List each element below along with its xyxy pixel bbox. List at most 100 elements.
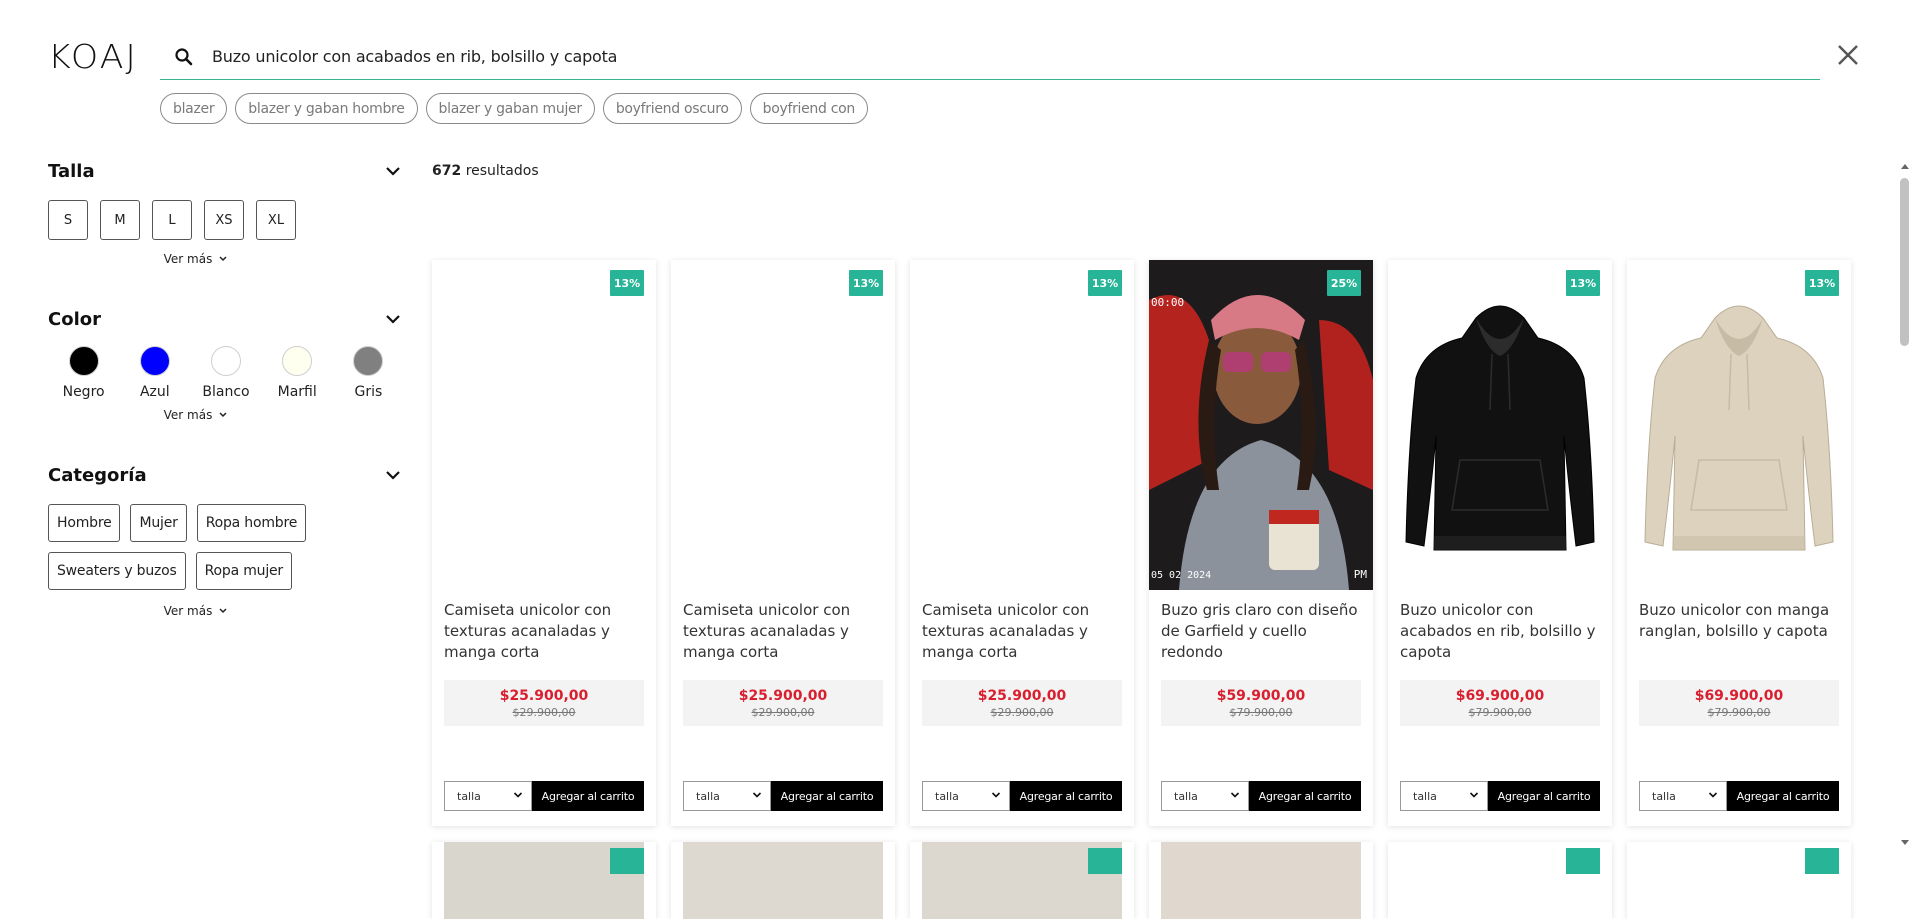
ver-mas-link[interactable]: Ver más xyxy=(0,408,404,422)
discount-badge xyxy=(1805,848,1839,874)
brand-logo[interactable]: KOAJ xyxy=(48,40,138,73)
size-option-xl[interactable]: XL xyxy=(256,200,296,240)
product-card[interactable] xyxy=(1149,842,1373,919)
search-input[interactable] xyxy=(212,47,1712,66)
product-name[interactable]: Camiseta unicolor con texturas acanalada… xyxy=(444,600,648,663)
product-grid-next-row xyxy=(432,842,1851,919)
color-swatch[interactable] xyxy=(211,346,241,376)
size-select[interactable]: talla xyxy=(1400,781,1488,811)
scrollbar-thumb[interactable] xyxy=(1900,178,1909,346)
product-name[interactable]: Buzo unicolor con manga ranglan, bolsill… xyxy=(1639,600,1843,642)
suggestion-chip[interactable]: boyfriend con xyxy=(749,93,868,124)
color-swatch[interactable] xyxy=(68,346,99,376)
product-image[interactable] xyxy=(432,260,656,590)
filter-categoria-header[interactable]: Categoría xyxy=(48,460,404,490)
color-option-gris[interactable]: Gris xyxy=(333,346,404,400)
category-option[interactable]: Sweaters y buzos xyxy=(48,552,186,590)
product-image[interactable] xyxy=(1388,260,1612,590)
price-box: $25.900,00 $29.900,00 xyxy=(922,680,1122,726)
product-card[interactable] xyxy=(910,842,1134,919)
size-select[interactable]: talla xyxy=(683,781,771,811)
product-old-price: $79.900,00 xyxy=(1229,705,1293,719)
product-card[interactable]: 13% Camiseta unicolor con texturas acanal… xyxy=(432,260,656,826)
add-to-cart-button[interactable]: Agregar al carrito xyxy=(1488,781,1600,811)
scroll-down-arrow[interactable] xyxy=(1901,840,1909,845)
price-box: $25.900,00 $29.900,00 xyxy=(683,680,883,726)
suggestion-chip[interactable]: blazer y gaban mujer xyxy=(425,93,595,124)
product-price: $59.900,00 xyxy=(1216,687,1306,704)
search-suggestions: blazer blazer y gaban hombre blazer y gaba… xyxy=(160,93,868,124)
chevron-down-icon[interactable] xyxy=(382,308,404,330)
product-card[interactable]: 13% Buzo unicolor con manga ranglan, bols… xyxy=(1627,260,1851,826)
size-option-xs[interactable]: XS xyxy=(204,200,244,240)
ver-mas-link[interactable]: Ver más xyxy=(0,604,404,618)
filter-title: Color xyxy=(48,308,101,330)
product-name[interactable]: Buzo gris claro con diseño de Garfield y… xyxy=(1161,600,1365,663)
product-name[interactable]: Camiseta unicolor con texturas acanalada… xyxy=(922,600,1126,663)
product-card[interactable] xyxy=(1627,842,1851,919)
color-option-azul[interactable]: Azul xyxy=(119,346,190,400)
ver-mas-link[interactable]: Ver más xyxy=(0,252,404,266)
product-name[interactable]: Camiseta unicolor con texturas acanalada… xyxy=(683,600,887,663)
size-select[interactable]: talla xyxy=(922,781,1010,811)
discount-badge: 13% xyxy=(1805,270,1839,296)
product-card[interactable]: 13% Buzo unicolor con acabados en rib, bo… xyxy=(1388,260,1612,826)
category-options: Hombre Mujer Ropa hombre Sweaters y buzos Ro… xyxy=(48,504,368,590)
card-actions: talla Agregar al carrito xyxy=(1639,781,1839,811)
size-select[interactable]: talla xyxy=(444,781,532,811)
size-select[interactable]: talla xyxy=(1161,781,1249,811)
category-option[interactable]: Mujer xyxy=(130,504,187,542)
color-swatch[interactable] xyxy=(282,346,313,376)
product-card[interactable]: 13% Camiseta unicolor con texturas acanal… xyxy=(671,260,895,826)
product-image[interactable]: 00:00 05 02 2024 PM xyxy=(1149,260,1373,590)
suggestion-chip[interactable]: blazer xyxy=(160,93,228,124)
add-to-cart-button[interactable]: Agregar al carrito xyxy=(771,781,883,811)
product-card[interactable] xyxy=(1388,842,1612,919)
product-card[interactable] xyxy=(671,842,895,919)
product-card[interactable] xyxy=(432,842,656,919)
category-option[interactable]: Ropa mujer xyxy=(195,552,292,590)
product-image[interactable] xyxy=(1627,260,1851,590)
filter-color-header[interactable]: Color xyxy=(48,304,404,334)
search-icon[interactable] xyxy=(164,37,204,77)
product-grid: 13% Camiseta unicolor con texturas acanal… xyxy=(432,260,1851,826)
size-select-label: talla xyxy=(1174,789,1198,803)
product-name[interactable]: Buzo unicolor con acabados en rib, bolsi… xyxy=(1400,600,1604,663)
color-options: Negro Azul Blanco Marfil Gris xyxy=(48,346,404,400)
product-price: $25.900,00 xyxy=(499,687,589,704)
suggestion-chip[interactable]: boyfriend oscuro xyxy=(602,93,742,124)
add-to-cart-button[interactable]: Agregar al carrito xyxy=(1727,781,1839,811)
color-name: Gris xyxy=(354,384,383,400)
color-option-negro[interactable]: Negro xyxy=(48,346,119,400)
size-option-l[interactable]: L xyxy=(152,200,192,240)
product-image[interactable] xyxy=(910,260,1134,590)
filter-talla-header[interactable]: Talla xyxy=(48,156,404,186)
category-option[interactable]: Hombre xyxy=(48,504,121,542)
ver-mas-label: Ver más xyxy=(163,408,213,422)
scroll-up-arrow[interactable] xyxy=(1901,164,1909,169)
product-card[interactable]: 00:00 05 02 2024 PM 25% Buzo gris claro con … xyxy=(1149,260,1373,826)
size-select-label: talla xyxy=(1413,789,1437,803)
color-name: Azul xyxy=(139,384,170,400)
add-to-cart-button[interactable]: Agregar al carrito xyxy=(532,781,644,811)
chevron-down-icon[interactable] xyxy=(382,464,404,486)
size-select[interactable]: talla xyxy=(1639,781,1727,811)
product-image[interactable] xyxy=(1161,842,1361,919)
card-actions: talla Agregar al carrito xyxy=(683,781,883,811)
close-icon[interactable] xyxy=(1835,42,1861,68)
chevron-down-icon[interactable] xyxy=(382,160,404,182)
add-to-cart-button[interactable]: Agregar al carrito xyxy=(1249,781,1361,811)
color-swatch[interactable] xyxy=(139,346,170,376)
product-image[interactable] xyxy=(683,842,883,919)
color-option-blanco[interactable]: Blanco xyxy=(190,346,261,400)
suggestion-chip[interactable]: blazer y gaban hombre xyxy=(235,93,418,124)
size-option-s[interactable]: S xyxy=(48,200,88,240)
product-image[interactable] xyxy=(671,260,895,590)
add-to-cart-button[interactable]: Agregar al carrito xyxy=(1010,781,1122,811)
product-card[interactable]: 13% Camiseta unicolor con texturas acanal… xyxy=(910,260,1134,826)
page-scrollbar[interactable] xyxy=(1897,160,1912,850)
color-option-marfil[interactable]: Marfil xyxy=(262,346,333,400)
size-option-m[interactable]: M xyxy=(100,200,140,240)
color-swatch[interactable] xyxy=(353,346,384,376)
category-option[interactable]: Ropa hombre xyxy=(196,504,307,542)
